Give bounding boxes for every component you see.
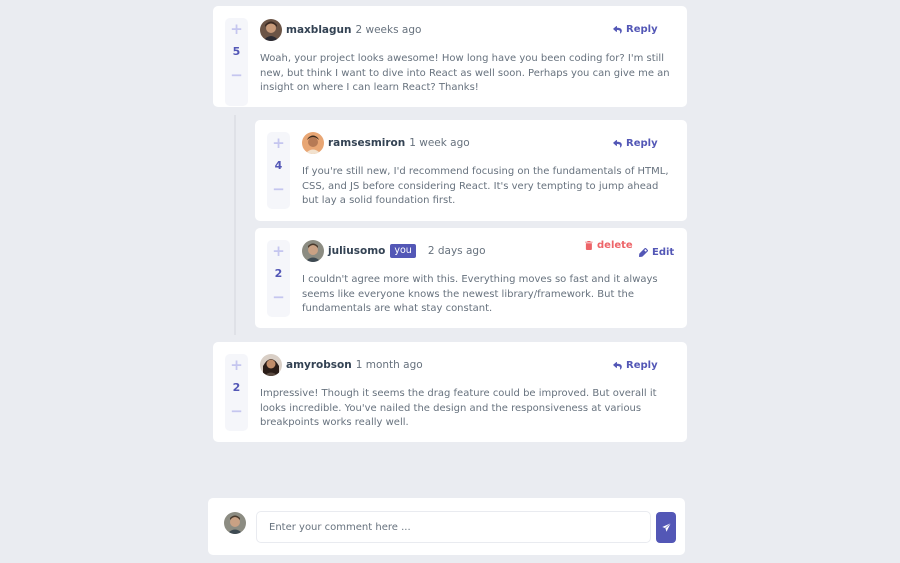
username[interactable]: ramsesmiron <box>328 137 405 149</box>
send-icon <box>661 523 671 532</box>
comment-composer <box>208 498 685 555</box>
timestamp: 1 week ago <box>409 137 470 149</box>
comment-header: amyrobson 1 month ago <box>260 354 423 376</box>
comment-content: Woah, your project looks awesome! How lo… <box>260 53 670 93</box>
reply-label: Reply <box>626 138 658 149</box>
username[interactable]: amyrobson <box>286 359 352 371</box>
reply-button[interactable]: Reply <box>613 24 658 35</box>
pencil-icon <box>639 248 648 257</box>
reply-label: Reply <box>626 360 658 371</box>
avatar[interactable] <box>260 19 282 41</box>
timestamp: 2 days ago <box>427 245 486 257</box>
current-user-avatar <box>224 512 246 534</box>
comment-content: If you're still new, I'd recommend focus… <box>302 166 669 206</box>
edit-button[interactable]: Edit <box>639 247 674 258</box>
delete-label: delete <box>597 240 633 251</box>
upvote-button[interactable]: + <box>267 132 290 154</box>
comment-content: Impressive! Though it seems the drag fea… <box>260 388 657 428</box>
comment-header: maxblagun 2 weeks ago <box>260 19 421 41</box>
reply-button[interactable]: Reply <box>613 138 658 149</box>
score: 4 <box>274 159 283 172</box>
timestamp: 2 weeks ago <box>355 24 422 36</box>
vote-control: + 4 − <box>267 132 290 209</box>
edit-label: Edit <box>652 247 675 258</box>
comment-content: I couldn't agree more with this. Everyth… <box>302 274 658 314</box>
trash-icon <box>585 241 593 250</box>
downvote-button[interactable]: − <box>267 178 290 200</box>
upvote-button[interactable]: + <box>225 354 248 376</box>
downvote-button[interactable]: − <box>225 64 248 86</box>
downvote-button[interactable]: − <box>225 400 248 422</box>
comment-card: + 2 − amyrobson 1 month ago Reply Impres… <box>213 342 687 442</box>
reply-card-own: + 2 − juliusomo you 2 days ago delete Ed… <box>255 228 687 328</box>
reply-button[interactable]: Reply <box>613 360 658 371</box>
reply-icon <box>613 361 622 370</box>
reply-card: + 4 − ramsesmiron 1 week ago Reply If yo… <box>255 120 687 221</box>
reply-icon <box>613 139 622 148</box>
comment-header: juliusomo you 2 days ago <box>302 240 486 262</box>
vote-control: + 2 − <box>267 240 290 317</box>
score: 2 <box>232 381 241 394</box>
comment-card: + 5 − maxblagun 2 weeks ago Reply Woah, … <box>213 6 687 107</box>
vote-control: + 5 − <box>225 18 248 106</box>
timestamp: 1 month ago <box>355 359 423 371</box>
score: 5 <box>232 45 241 58</box>
reply-label: Reply <box>626 24 658 35</box>
comment-header: ramsesmiron 1 week ago <box>302 132 470 154</box>
delete-button[interactable]: delete <box>585 240 633 251</box>
comment-input[interactable] <box>256 511 651 543</box>
downvote-button[interactable]: − <box>267 286 290 308</box>
send-button[interactable] <box>656 512 676 543</box>
avatar[interactable] <box>302 240 324 262</box>
username[interactable]: juliusomo <box>328 245 385 257</box>
username[interactable]: maxblagun <box>286 24 351 36</box>
you-badge: you <box>390 244 416 258</box>
avatar[interactable] <box>260 354 282 376</box>
upvote-button[interactable]: + <box>267 240 290 262</box>
score: 2 <box>274 267 283 280</box>
thread-line <box>234 115 236 335</box>
upvote-button[interactable]: + <box>225 18 248 40</box>
reply-icon <box>613 25 622 34</box>
vote-control: + 2 − <box>225 354 248 431</box>
avatar[interactable] <box>302 132 324 154</box>
